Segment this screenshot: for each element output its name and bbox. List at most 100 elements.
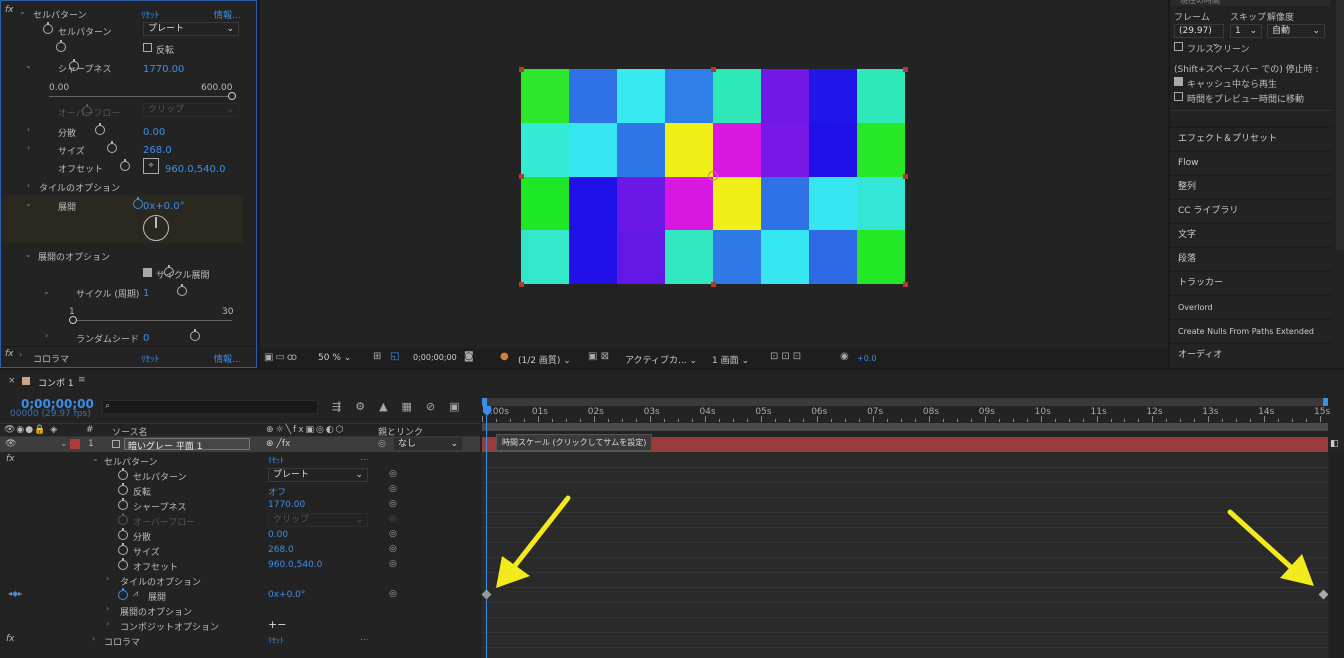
property-value[interactable]: 0.00: [268, 530, 288, 540]
stopwatch-icon[interactable]: [118, 483, 128, 495]
navigator-bar[interactable]: [482, 423, 1328, 431]
stopwatch-icon[interactable]: [176, 284, 187, 296]
playhead-line[interactable]: [486, 416, 487, 658]
chevron-down-icon[interactable]: ⌄: [25, 250, 32, 259]
tracks-area[interactable]: [482, 452, 1328, 658]
layer-name[interactable]: 暗いグレー 平面 1: [124, 438, 250, 452]
view-options-icon[interactable]: ▣▭ꝏ: [264, 352, 299, 363]
chevron-right-icon[interactable]: ›: [92, 634, 95, 643]
chevron-right-icon[interactable]: ›: [27, 125, 30, 134]
work-area-end-handle[interactable]: [1323, 398, 1328, 406]
chevron-down-icon[interactable]: ⌄: [19, 7, 26, 16]
move-time-checkbox[interactable]: [1174, 92, 1183, 101]
chevron-right-icon[interactable]: ›: [27, 143, 30, 152]
region-icon[interactable]: ▣ ⊠: [588, 351, 609, 362]
current-time[interactable]: 0;00;00;00: [413, 353, 457, 362]
anchor-point-icon[interactable]: [708, 171, 718, 181]
parent-dropdown[interactable]: なし ⌄: [393, 437, 463, 451]
property-dropdown[interactable]: プレート ⌄: [268, 468, 368, 482]
stopwatch-icon[interactable]: [118, 528, 128, 540]
info-link[interactable]: 情報...: [214, 352, 241, 365]
panel-item-create-nulls[interactable]: Create Nulls From Paths Extended: [1170, 319, 1332, 342]
pickwhip-icon[interactable]: ◎: [389, 544, 397, 554]
reset-link[interactable]: ﾘｾｯﾄ: [141, 352, 159, 365]
stopwatch-icon[interactable]: [118, 498, 128, 510]
preview-resolution-dropdown[interactable]: 自動 ⌄: [1267, 24, 1325, 38]
time-ruler[interactable]: 0:00s 01s 02s 03s 04s 05s 06s 07s 08s 09s 10s 11s 12…: [482, 406, 1330, 422]
stopwatch-icon[interactable]: [120, 159, 131, 171]
layer-handle[interactable]: [903, 174, 908, 179]
stopwatch-icon[interactable]: [43, 22, 53, 34]
evolution-value[interactable]: 0x+0.0°: [143, 201, 185, 212]
menu-icon[interactable]: ≡: [78, 375, 86, 385]
camera-icon[interactable]: ◙: [464, 351, 474, 362]
panel-item-align[interactable]: 整列: [1170, 175, 1332, 198]
sharpness-slider-handle[interactable]: [228, 92, 236, 100]
chevron-right-icon[interactable]: ›: [106, 619, 109, 628]
size-value[interactable]: 268.0: [143, 145, 172, 156]
more-dots[interactable]: ...: [360, 633, 369, 643]
property-value[interactable]: 268.0: [268, 545, 294, 555]
offset-value[interactable]: 960.0,540.0: [165, 164, 225, 175]
comp-tab[interactable]: コンポ 1: [38, 376, 74, 389]
keyframe-navigator-icon[interactable]: ◂◆▸: [8, 589, 22, 598]
property-value[interactable]: 960.0,540.0: [268, 560, 322, 570]
panel-item-character[interactable]: 文字: [1170, 223, 1332, 246]
close-icon[interactable]: ×: [8, 376, 16, 386]
more-dots[interactable]: ...: [360, 453, 369, 463]
layer-handle[interactable]: [903, 282, 908, 287]
chevron-right-icon[interactable]: ›: [45, 331, 48, 340]
panel-item-overlord[interactable]: Overlord: [1170, 295, 1332, 318]
panel-item-cc-libraries[interactable]: CC ライブラリ: [1170, 199, 1332, 222]
info-link[interactable]: 情報...: [214, 8, 241, 21]
mask-visibility-icon[interactable]: ◱: [390, 351, 399, 362]
flowchart-icon[interactable]: ⊡⊡⊡: [770, 351, 804, 362]
panel-item-effects-presets[interactable]: エフェクト＆プリセット: [1170, 127, 1332, 150]
pickwhip-icon[interactable]: ◎: [378, 439, 386, 449]
sharpness-value[interactable]: 1770.00: [143, 64, 184, 75]
sharpness-slider-track[interactable]: [49, 96, 232, 97]
pickwhip-icon[interactable]: ◎: [389, 529, 397, 539]
color-channels-icon[interactable]: ●: [500, 351, 509, 362]
panel-item-audio[interactable]: オーディオ: [1170, 343, 1332, 366]
resolution-dropdown[interactable]: (1/2 画質) ⌄: [518, 353, 571, 366]
property-value[interactable]: 0x+0.0°: [268, 590, 305, 600]
av-switches-icons[interactable]: 👁◉●🔒 ◈: [4, 425, 58, 435]
layer-handle[interactable]: [519, 174, 524, 179]
exposure-value[interactable]: +0.0: [857, 354, 876, 363]
dispersion-value[interactable]: 0.00: [143, 127, 165, 138]
panel-item-tracker[interactable]: トラッカー: [1170, 271, 1332, 294]
skip-dropdown[interactable]: 1 ⌄: [1230, 24, 1262, 38]
stopwatch-icon[interactable]: [107, 141, 118, 153]
cycle-evolution-checkbox[interactable]: [143, 268, 152, 277]
chevron-down-icon[interactable]: ⌄: [43, 287, 50, 296]
pickwhip-icon[interactable]: ◎: [389, 469, 397, 479]
fullscreen-checkbox[interactable]: [1174, 42, 1183, 51]
chevron-right-icon[interactable]: ›: [106, 604, 109, 613]
timeline-scrollbar[interactable]: [1330, 452, 1344, 658]
stopwatch-icon[interactable]: [189, 329, 200, 341]
stopwatch-icon[interactable]: [118, 558, 128, 570]
stopwatch-icon[interactable]: [94, 123, 105, 135]
scrollbar[interactable]: [1336, 0, 1344, 250]
timeline-switches-icons[interactable]: ⇶⚙▲▦⊘▣: [332, 400, 474, 413]
pickwhip-icon[interactable]: ◎: [389, 589, 397, 599]
chevron-right-icon[interactable]: ›: [27, 181, 30, 190]
graph-icon[interactable]: ⩘: [133, 589, 138, 599]
work-area-bar[interactable]: [482, 398, 1328, 406]
frame-rate-dropdown[interactable]: (29.97) ⌄: [1174, 24, 1224, 49]
pickwhip-icon[interactable]: ◎: [389, 499, 397, 509]
layer-handle[interactable]: [711, 67, 716, 72]
reset-link[interactable]: ﾘｾｯﾄ: [268, 635, 284, 646]
stopwatch-icon[interactable]: [55, 40, 66, 52]
cycle-slider-handle[interactable]: [69, 316, 77, 324]
cycle-value[interactable]: 1: [143, 288, 149, 299]
layer-search-input[interactable]: [102, 400, 318, 414]
chevron-down-icon[interactable]: ⌄: [92, 454, 99, 463]
label-color[interactable]: [70, 439, 80, 449]
invert-checkbox[interactable]: [143, 43, 152, 52]
panel-item-flow[interactable]: Flow: [1170, 151, 1332, 174]
stopwatch-icon[interactable]: [118, 588, 128, 600]
cell-pattern-dropdown[interactable]: プレート ⌄: [143, 22, 239, 36]
chevron-down-icon[interactable]: ⌄: [25, 61, 32, 70]
